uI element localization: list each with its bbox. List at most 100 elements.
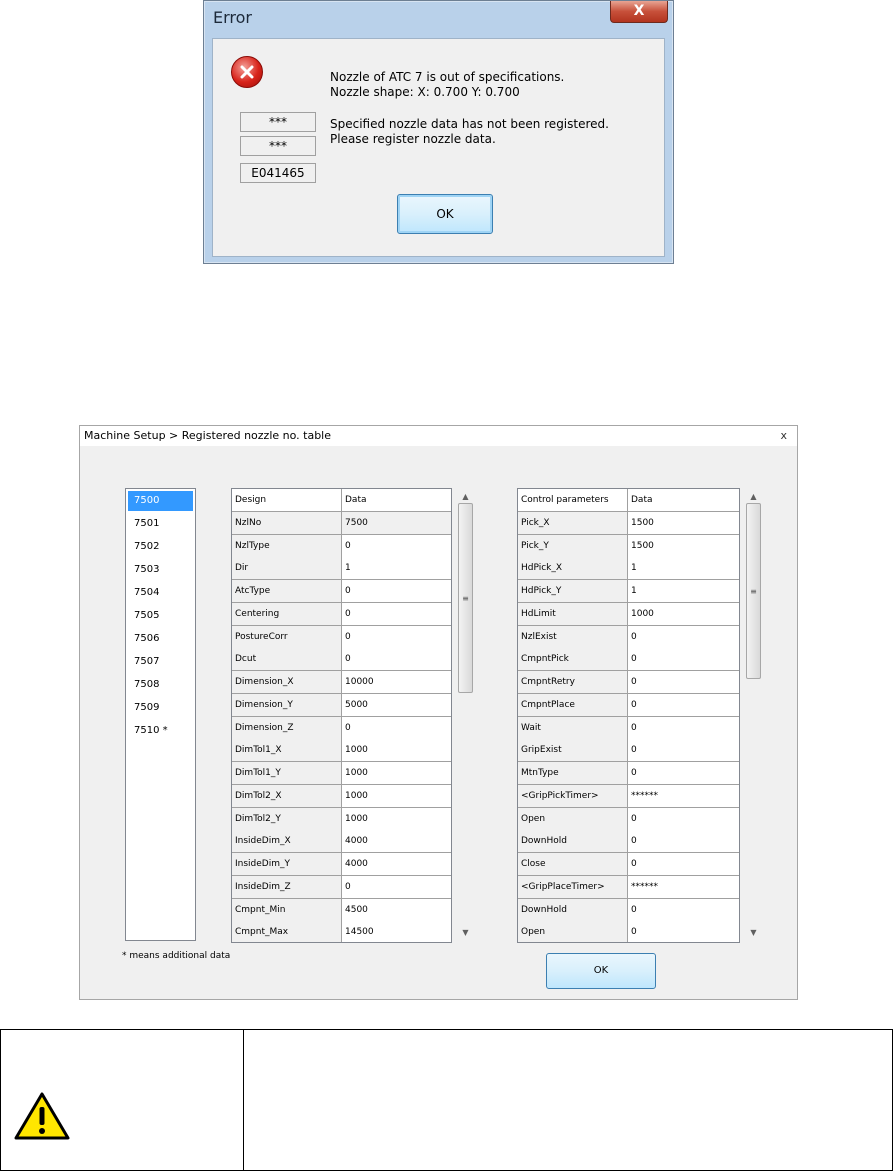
table-row[interactable]: CmpntRetry 0: [518, 671, 739, 694]
table-row[interactable]: Cmpnt_Min 4500: [232, 898, 451, 922]
nozzle-list[interactable]: 7500 7501 7502 7503 7504 7505 7506 7507 7508 7509…: [125, 488, 196, 941]
param-value-cell[interactable]: 0: [628, 693, 739, 716]
table-row[interactable]: GripExist 0: [518, 739, 739, 763]
table-row[interactable]: <GripPickTimer> ******: [518, 784, 739, 808]
table-row[interactable]: CmpntPick 0: [518, 648, 739, 672]
param-value-cell[interactable]: 1000: [628, 602, 739, 625]
table-row[interactable]: DimTol1_Y 1000: [232, 762, 451, 785]
list-item[interactable]: 7504: [128, 583, 193, 603]
table-row[interactable]: Cmpnt_Max 14500: [232, 921, 451, 942]
param-value-cell[interactable]: 0: [342, 602, 451, 625]
param-value-cell[interactable]: 4000: [342, 830, 451, 853]
param-value-cell[interactable]: 0: [628, 762, 739, 784]
param-value-cell[interactable]: 0: [628, 625, 739, 648]
scroll-down-icon[interactable]: ▼: [457, 924, 474, 941]
param-value-cell[interactable]: 0: [628, 739, 739, 762]
control-scrollbar[interactable]: ▲ ≡ ▼: [745, 488, 762, 941]
list-item[interactable]: 7502: [128, 537, 193, 557]
param-value-cell[interactable]: 10000: [342, 671, 451, 693]
param-value-cell[interactable]: 4500: [342, 898, 451, 921]
table-row[interactable]: AtcType 0: [232, 580, 451, 603]
table-row[interactable]: NzlNo 7500: [232, 511, 451, 535]
param-value-cell[interactable]: 1000: [342, 739, 451, 762]
table-row[interactable]: DimTol1_X 1000: [232, 739, 451, 763]
table-row[interactable]: Pick_Y 1500: [518, 534, 739, 558]
table-row[interactable]: InsideDim_Y 4000: [232, 853, 451, 876]
param-value-cell[interactable]: 0: [342, 875, 451, 898]
table-row[interactable]: DownHold 0: [518, 898, 739, 922]
param-value-cell[interactable]: 4000: [342, 853, 451, 875]
table-row[interactable]: DimTol2_X 1000: [232, 784, 451, 808]
list-item[interactable]: 7505: [128, 606, 193, 626]
param-value-cell[interactable]: 0: [628, 898, 739, 921]
param-value-cell[interactable]: 0: [628, 830, 739, 853]
table-row[interactable]: Wait 0: [518, 716, 739, 740]
table-row[interactable]: DimTol2_Y 1000: [232, 807, 451, 831]
table-row[interactable]: Dir 1: [232, 557, 451, 581]
param-value-cell[interactable]: 1: [342, 557, 451, 580]
table-row[interactable]: HdPick_Y 1: [518, 580, 739, 603]
list-item[interactable]: 7506: [128, 629, 193, 649]
param-value-cell[interactable]: ******: [628, 875, 739, 898]
ok-button[interactable]: OK: [546, 953, 656, 989]
param-value-cell[interactable]: 1000: [342, 762, 451, 784]
param-value-cell[interactable]: 0: [342, 648, 451, 671]
table-row[interactable]: Open 0: [518, 807, 739, 831]
ok-button[interactable]: OK: [397, 194, 493, 234]
table-row[interactable]: Close 0: [518, 853, 739, 876]
param-value-cell[interactable]: 0: [342, 625, 451, 648]
table-row[interactable]: DownHold 0: [518, 830, 739, 854]
param-value-cell[interactable]: 0: [342, 716, 451, 739]
param-value-cell[interactable]: 0: [628, 921, 739, 942]
param-value-cell[interactable]: 5000: [342, 693, 451, 716]
table-row[interactable]: MtnType 0: [518, 762, 739, 785]
table-row[interactable]: Dimension_Y 5000: [232, 693, 451, 717]
list-item[interactable]: 7510 *: [128, 721, 193, 741]
close-icon[interactable]: x: [780, 426, 787, 446]
list-item[interactable]: 7500: [128, 491, 193, 511]
list-item[interactable]: 7507: [128, 652, 193, 672]
table-row[interactable]: HdPick_X 1: [518, 557, 739, 581]
table-row[interactable]: Dimension_X 10000: [232, 671, 451, 694]
table-row[interactable]: CmpntPlace 0: [518, 693, 739, 717]
table-row[interactable]: PostureCorr 0: [232, 625, 451, 649]
param-value-cell[interactable]: 7500: [342, 511, 451, 534]
param-value-cell[interactable]: 0: [628, 716, 739, 739]
design-scrollbar[interactable]: ▲ ≡ ▼: [457, 488, 474, 941]
table-row[interactable]: <GripPlaceTimer> ******: [518, 875, 739, 899]
param-value-cell[interactable]: 0: [628, 671, 739, 693]
scroll-thumb[interactable]: ≡: [458, 503, 473, 693]
close-button[interactable]: X: [610, 1, 668, 23]
param-value-cell[interactable]: 1000: [342, 784, 451, 807]
param-name-cell: AtcType: [232, 580, 342, 602]
param-value-cell[interactable]: 1: [628, 580, 739, 602]
param-value-cell[interactable]: 14500: [342, 921, 451, 942]
param-value-cell[interactable]: 1500: [628, 534, 739, 557]
param-value-cell[interactable]: 0: [628, 648, 739, 671]
param-value-cell[interactable]: 0: [628, 807, 739, 830]
list-item[interactable]: 7503: [128, 560, 193, 580]
param-value-cell[interactable]: ******: [628, 784, 739, 807]
param-value-cell[interactable]: 0: [628, 853, 739, 875]
list-item[interactable]: 7509: [128, 698, 193, 718]
scroll-down-icon[interactable]: ▼: [745, 924, 762, 941]
param-value-cell[interactable]: 0: [342, 580, 451, 602]
table-row[interactable]: Centering 0: [232, 602, 451, 626]
table-row[interactable]: InsideDim_Z 0: [232, 875, 451, 899]
list-item[interactable]: 7501: [128, 514, 193, 534]
param-value-cell[interactable]: 0: [342, 534, 451, 557]
table-row[interactable]: Open 0: [518, 921, 739, 942]
scroll-thumb[interactable]: ≡: [746, 503, 761, 679]
table-row[interactable]: Dcut 0: [232, 648, 451, 672]
table-row[interactable]: Pick_X 1500: [518, 511, 739, 535]
param-value-cell[interactable]: 1: [628, 557, 739, 580]
param-value-cell[interactable]: 1500: [628, 511, 739, 534]
param-value-cell[interactable]: 1000: [342, 807, 451, 830]
control-parameters-table: Control parameters Data Pick_X 1500 Pick_Y 15…: [517, 488, 740, 943]
table-row[interactable]: NzlExist 0: [518, 625, 739, 649]
table-row[interactable]: Dimension_Z 0: [232, 716, 451, 740]
table-row[interactable]: InsideDim_X 4000: [232, 830, 451, 854]
table-row[interactable]: HdLimit 1000: [518, 602, 739, 626]
table-row[interactable]: NzlType 0: [232, 534, 451, 558]
list-item[interactable]: 7508: [128, 675, 193, 695]
